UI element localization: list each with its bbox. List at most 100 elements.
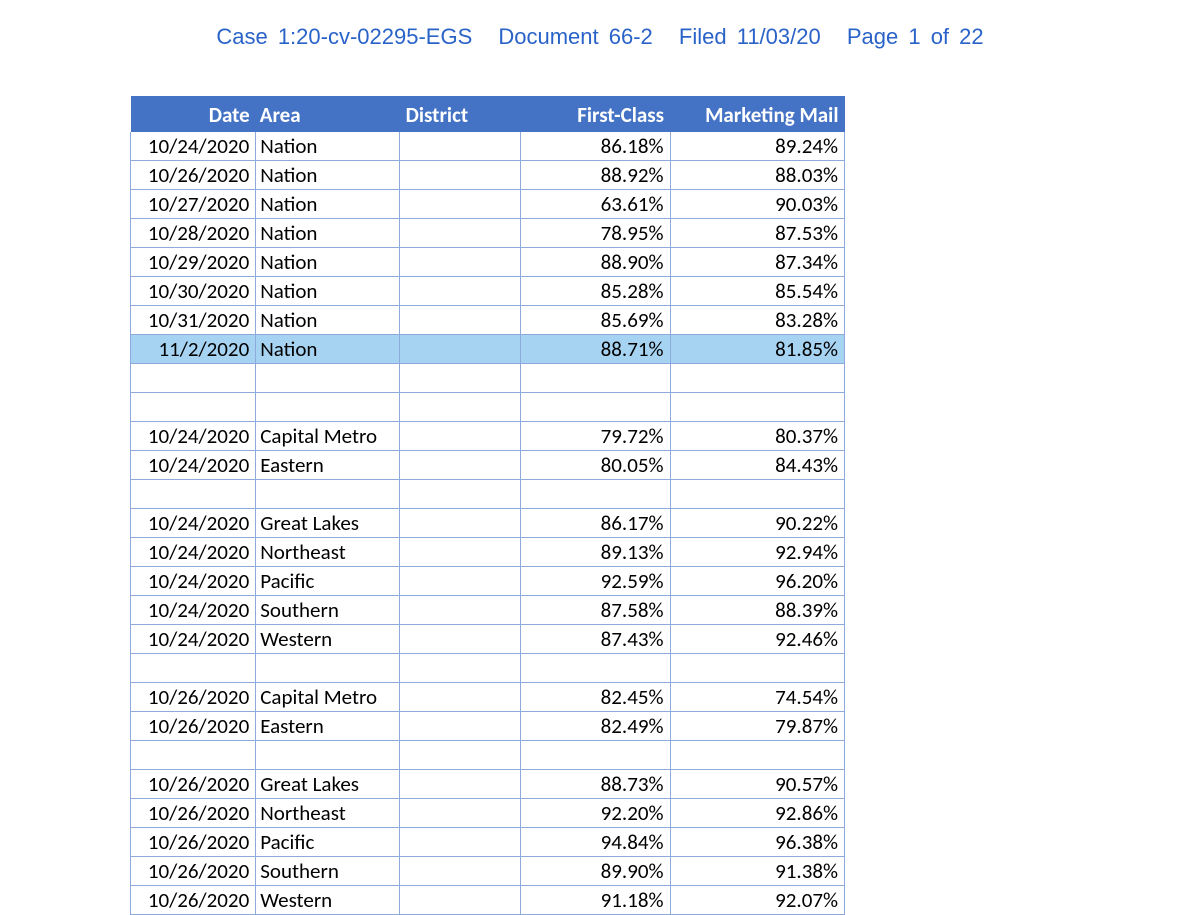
cell-date: 10/24/2020 — [131, 567, 256, 596]
case-number: Case 1:20-cv-02295-EGS — [216, 24, 472, 49]
blank-cell — [256, 480, 400, 509]
blank-cell — [131, 393, 256, 422]
cell-marketing: 80.37% — [670, 422, 844, 451]
table-row: 10/26/2020Nation88.92%88.03% — [131, 161, 845, 190]
blank-cell — [670, 364, 844, 393]
blank-cell — [400, 741, 521, 770]
cell-district — [400, 190, 521, 219]
table-row — [131, 654, 845, 683]
cell-firstclass: 88.73% — [521, 770, 670, 799]
cell-district — [400, 451, 521, 480]
table-row: 10/26/2020Southern89.90%91.38% — [131, 857, 845, 886]
blank-cell — [131, 741, 256, 770]
cell-date: 10/26/2020 — [131, 857, 256, 886]
cell-date: 10/26/2020 — [131, 828, 256, 857]
cell-district — [400, 132, 521, 161]
cell-district — [400, 799, 521, 828]
cell-marketing: 88.39% — [670, 596, 844, 625]
cell-date: 10/29/2020 — [131, 248, 256, 277]
cell-marketing: 81.85% — [670, 335, 844, 364]
cell-area: Great Lakes — [256, 770, 400, 799]
table-row: 10/26/2020Eastern82.49%79.87% — [131, 712, 845, 741]
cell-marketing: 96.38% — [670, 828, 844, 857]
cell-district — [400, 712, 521, 741]
cell-date: 10/24/2020 — [131, 509, 256, 538]
cell-marketing: 87.34% — [670, 248, 844, 277]
cell-firstclass: 85.28% — [521, 277, 670, 306]
cell-area: Nation — [256, 335, 400, 364]
blank-cell — [256, 741, 400, 770]
cell-marketing: 74.54% — [670, 683, 844, 712]
table-row: 10/27/2020Nation63.61%90.03% — [131, 190, 845, 219]
cell-district — [400, 161, 521, 190]
cell-firstclass: 87.58% — [521, 596, 670, 625]
cell-marketing: 88.03% — [670, 161, 844, 190]
blank-cell — [670, 654, 844, 683]
cell-area: Nation — [256, 306, 400, 335]
cell-date: 10/26/2020 — [131, 161, 256, 190]
blank-cell — [670, 480, 844, 509]
blank-cell — [400, 480, 521, 509]
cell-marketing: 83.28% — [670, 306, 844, 335]
cell-marketing: 84.43% — [670, 451, 844, 480]
cell-district — [400, 219, 521, 248]
cell-firstclass: 88.90% — [521, 248, 670, 277]
cell-date: 10/24/2020 — [131, 132, 256, 161]
col-area-header: Area — [256, 96, 400, 132]
blank-cell — [256, 654, 400, 683]
table-row: 10/29/2020Nation88.90%87.34% — [131, 248, 845, 277]
col-district-header: District — [400, 96, 521, 132]
blank-cell — [400, 393, 521, 422]
cell-date: 10/26/2020 — [131, 683, 256, 712]
blank-cell — [131, 480, 256, 509]
cell-area: Eastern — [256, 451, 400, 480]
data-table: Date Area District First-Class Marketing… — [130, 96, 845, 915]
cell-firstclass: 91.18% — [521, 886, 670, 915]
cell-marketing: 92.86% — [670, 799, 844, 828]
table-row — [131, 393, 845, 422]
table-row: 11/2/2020Nation88.71%81.85% — [131, 335, 845, 364]
cell-date: 10/26/2020 — [131, 886, 256, 915]
cell-district — [400, 538, 521, 567]
cell-date: 10/31/2020 — [131, 306, 256, 335]
blank-cell — [131, 364, 256, 393]
col-firstclass-header: First-Class — [521, 96, 670, 132]
cell-district — [400, 248, 521, 277]
table-row: 10/28/2020Nation78.95%87.53% — [131, 219, 845, 248]
cell-firstclass: 85.69% — [521, 306, 670, 335]
table-row: 10/24/2020Northeast89.13%92.94% — [131, 538, 845, 567]
cell-date: 10/24/2020 — [131, 625, 256, 654]
table-row: 10/24/2020Great Lakes86.17%90.22% — [131, 509, 845, 538]
cell-firstclass: 92.20% — [521, 799, 670, 828]
table-row: 10/24/2020Nation86.18%89.24% — [131, 132, 845, 161]
cell-area: Pacific — [256, 567, 400, 596]
cell-date: 11/2/2020 — [131, 335, 256, 364]
cell-district — [400, 567, 521, 596]
cell-marketing: 92.94% — [670, 538, 844, 567]
cell-area: Western — [256, 625, 400, 654]
table-row: 10/24/2020Capital Metro79.72%80.37% — [131, 422, 845, 451]
blank-cell — [521, 741, 670, 770]
blank-cell — [521, 654, 670, 683]
cell-firstclass: 88.92% — [521, 161, 670, 190]
cell-date: 10/24/2020 — [131, 451, 256, 480]
cell-area: Great Lakes — [256, 509, 400, 538]
cell-firstclass: 87.43% — [521, 625, 670, 654]
cell-firstclass: 94.84% — [521, 828, 670, 857]
table-row: 10/26/2020Pacific94.84%96.38% — [131, 828, 845, 857]
table-row: 10/31/2020Nation 85.69%83.28% — [131, 306, 845, 335]
cell-date: 10/28/2020 — [131, 219, 256, 248]
cell-district — [400, 770, 521, 799]
blank-cell — [521, 393, 670, 422]
col-marketing-header: Marketing Mail — [670, 96, 844, 132]
cell-district — [400, 596, 521, 625]
cell-firstclass: 63.61% — [521, 190, 670, 219]
table-row: 10/26/2020Western91.18%92.07% — [131, 886, 845, 915]
cell-area: Western — [256, 886, 400, 915]
cell-marketing: 79.87% — [670, 712, 844, 741]
table-row — [131, 364, 845, 393]
cell-area: Southern — [256, 857, 400, 886]
cell-firstclass: 86.18% — [521, 132, 670, 161]
cell-area: Southern — [256, 596, 400, 625]
cell-marketing: 91.38% — [670, 857, 844, 886]
